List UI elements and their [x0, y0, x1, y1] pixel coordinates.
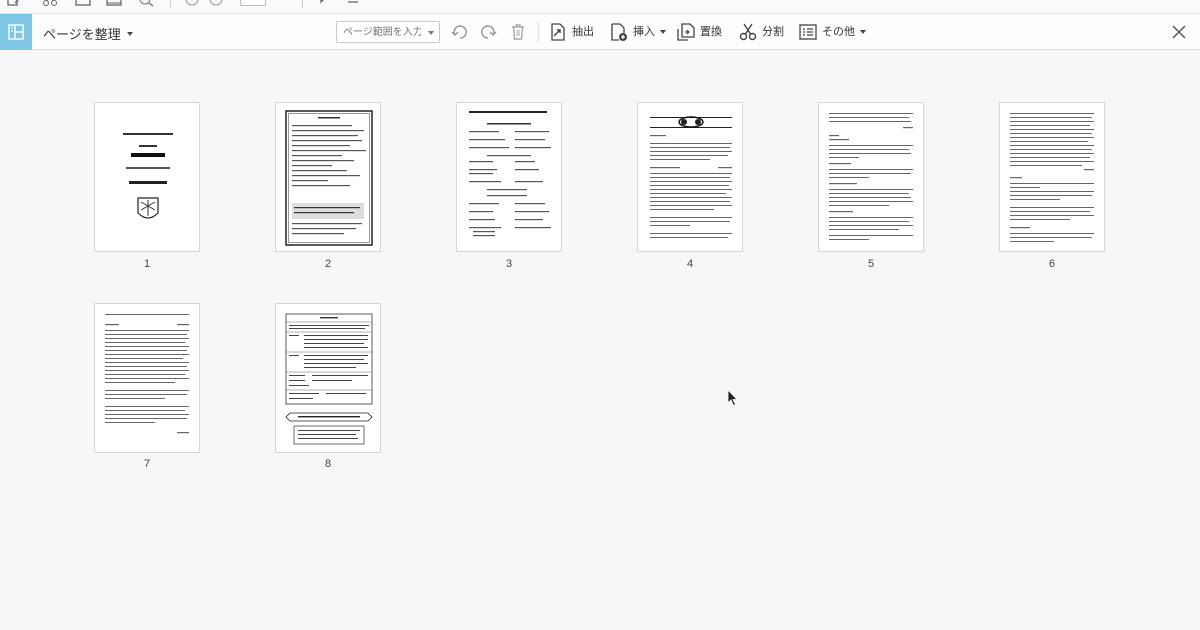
- next-page-icon[interactable]: [208, 0, 224, 7]
- page-thumbnail[interactable]: [275, 303, 381, 453]
- page-thumbnail[interactable]: [94, 102, 200, 252]
- page-number-label: 5: [867, 258, 875, 270]
- prev-page-icon[interactable]: [184, 0, 200, 7]
- replace-button[interactable]: 置換: [677, 22, 722, 42]
- organize-pages-title: ページを整理: [43, 27, 121, 42]
- organize-pages-toolbar: ページを整理 抽出 挿入 置換 分割 その他: [0, 14, 1200, 50]
- page-number-label: 7: [143, 458, 151, 470]
- extract-label: 抽出: [572, 26, 594, 38]
- page-number-label: 4: [686, 258, 694, 270]
- page-number-label: 6: [1048, 258, 1056, 270]
- chevron-down-icon: [860, 30, 866, 34]
- chevron-down-icon: [126, 31, 133, 36]
- page-number-label: 3: [505, 258, 513, 270]
- page-thumbnail[interactable]: [456, 102, 562, 252]
- range-dropdown-icon[interactable]: [428, 31, 434, 35]
- delete-icon[interactable]: [509, 23, 527, 41]
- mail-icon[interactable]: [106, 0, 122, 7]
- page-count-icon: [270, 0, 286, 7]
- page-thumbnail[interactable]: [999, 102, 1105, 252]
- rotate-left-icon[interactable]: [451, 23, 469, 41]
- extract-icon: [551, 23, 565, 41]
- zoom-icon[interactable]: [139, 0, 155, 7]
- toolbar-divider: [302, 0, 303, 8]
- split-label: 分割: [762, 26, 784, 38]
- toolbar-divider: [170, 0, 171, 8]
- page-number-label: 2: [324, 258, 332, 270]
- page-number-label: 8: [324, 458, 332, 470]
- replace-label: 置換: [700, 26, 722, 38]
- chevron-down-icon: [660, 30, 666, 34]
- list-options-icon: [799, 24, 817, 40]
- replace-icon: [677, 23, 695, 41]
- more-options-label: その他: [822, 26, 855, 38]
- page-number-label: 1: [143, 258, 151, 270]
- extract-button[interactable]: 抽出: [549, 22, 594, 42]
- insert-label: 挿入: [633, 26, 655, 38]
- insert-button[interactable]: 挿入: [610, 22, 666, 42]
- page-thumbnail[interactable]: [637, 102, 743, 252]
- toolbar-divider: [538, 22, 539, 42]
- page-thumbnail[interactable]: [275, 102, 381, 252]
- scissors-icon[interactable]: [42, 0, 58, 7]
- page-edit-icon[interactable]: [6, 0, 22, 7]
- comment-icon[interactable]: [318, 0, 334, 7]
- page-thumbnail[interactable]: [94, 303, 200, 453]
- sign-icon[interactable]: [345, 0, 361, 7]
- organize-tool-icon[interactable]: [0, 14, 32, 50]
- more-options-button[interactable]: その他: [799, 22, 866, 42]
- print-icon[interactable]: [75, 0, 91, 7]
- organize-pages-menu[interactable]: ページを整理: [43, 24, 133, 43]
- close-icon[interactable]: [1171, 24, 1187, 40]
- split-button[interactable]: 分割: [739, 22, 784, 42]
- mouse-cursor-icon: [727, 389, 738, 407]
- main-toolbar: [0, 0, 1200, 14]
- insert-icon: [611, 23, 627, 41]
- page-range-input[interactable]: [336, 21, 440, 43]
- page-number-field[interactable]: [240, 0, 266, 6]
- scissors-icon: [739, 23, 757, 41]
- rotate-right-icon[interactable]: [479, 23, 497, 41]
- page-thumbnail[interactable]: [818, 102, 924, 252]
